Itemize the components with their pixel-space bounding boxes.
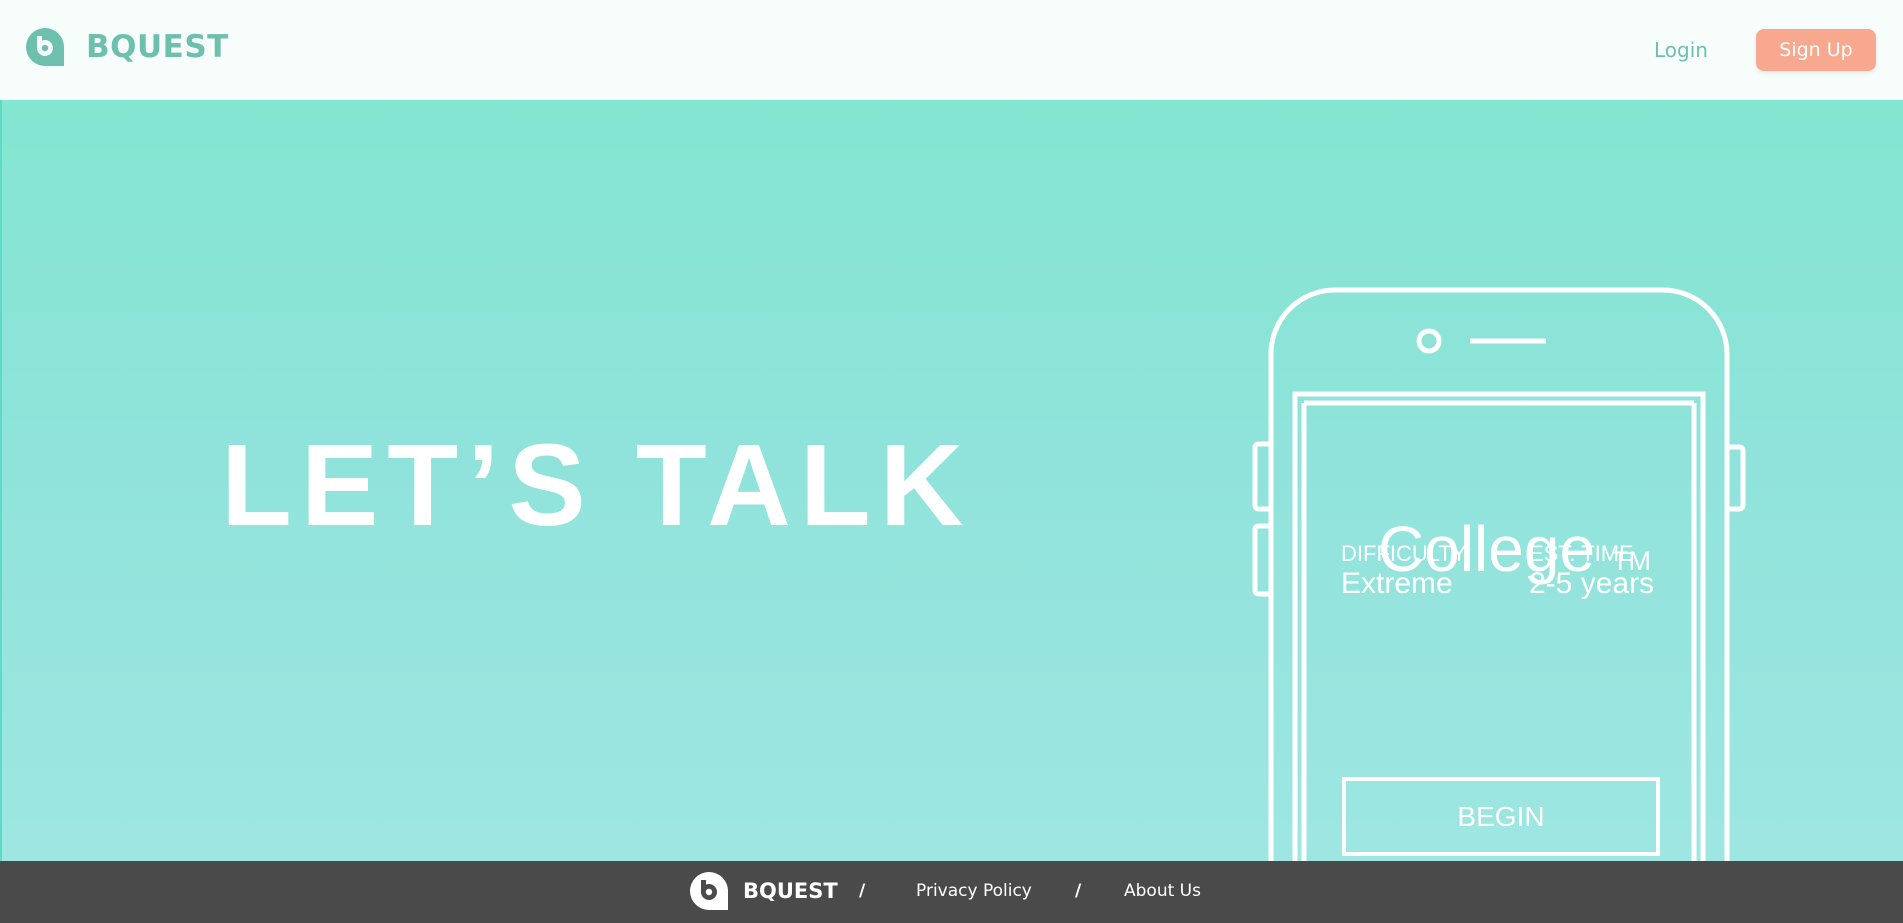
about-us-link[interactable]: About Us bbox=[1124, 881, 1201, 901]
est-time-label: EST. TIME bbox=[1529, 541, 1634, 566]
footer-separator: / bbox=[1075, 881, 1082, 901]
privacy-policy-link[interactable]: Privacy Policy bbox=[916, 881, 1032, 901]
begin-button[interactable]: BEGIN bbox=[1342, 777, 1660, 856]
footer: BQUEST / Privacy Policy / About Us bbox=[0, 861, 1903, 923]
hero-edge-accent bbox=[0, 100, 2, 861]
bquest-logo-icon[interactable] bbox=[688, 870, 730, 912]
footer-separator: / bbox=[859, 881, 866, 901]
brand-name: BQUEST bbox=[86, 29, 229, 65]
hero-title: LET’S TALK bbox=[221, 420, 973, 550]
difficulty-label: DIFFICULTY bbox=[1341, 541, 1467, 566]
hero-section: LET’S TALK College TM bbox=[0, 100, 1903, 861]
signup-button[interactable]: Sign Up bbox=[1756, 29, 1876, 71]
footer-brand-name[interactable]: BQUEST bbox=[743, 879, 838, 903]
top-navbar: BQUEST Login Sign Up bbox=[0, 0, 1903, 100]
difficulty-value: Extreme bbox=[1341, 567, 1453, 600]
est-time-value: 2-5 years bbox=[1529, 567, 1655, 600]
brand[interactable]: BQUEST bbox=[24, 25, 229, 69]
bquest-logo-icon bbox=[26, 28, 64, 66]
login-link[interactable]: Login bbox=[1654, 38, 1708, 62]
